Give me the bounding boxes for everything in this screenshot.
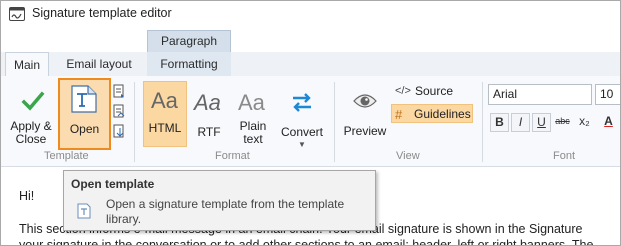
guidelines-button[interactable]: # Guidelines: [391, 104, 473, 123]
source-button[interactable]: </> Source: [393, 82, 454, 101]
font-family-value: Arial: [493, 87, 518, 101]
subscript-button[interactable]: x₂: [575, 113, 594, 132]
group-separator: [334, 82, 335, 162]
signature-template-editor-window: Signature template editor Paragraph Main…: [0, 0, 621, 246]
font-size-value: 10: [600, 87, 614, 101]
tooltip-title: Open template: [71, 177, 155, 191]
tooltip-description: Open a signature template from the templ…: [106, 197, 345, 226]
open-template-tooltip: Open template Open a signature template …: [63, 170, 376, 231]
rtf-label: RTF: [197, 125, 221, 139]
editor-line: Hi!: [19, 189, 35, 203]
open-label: Open: [69, 122, 100, 136]
svg-text:Aa: Aa: [192, 90, 221, 115]
open-template-button[interactable]: Open: [58, 78, 111, 150]
ribbon-panel: Apply & Close Open Template Aa HTML Aa R…: [1, 76, 620, 167]
svg-text:Aa: Aa: [238, 90, 266, 115]
contextual-tab-header-paragraph: Paragraph: [147, 30, 231, 52]
group-separator: [134, 82, 135, 162]
group-label-template: Template: [44, 150, 89, 162]
plain-text-label: Plain text: [239, 119, 267, 146]
group-separator: [482, 82, 483, 162]
bold-button[interactable]: B: [490, 113, 509, 132]
group-label-view: View: [396, 150, 420, 162]
apply-close-button[interactable]: Apply & Close: [7, 82, 55, 146]
open-template-icon: [71, 85, 97, 113]
convert-button[interactable]: Convert ▼: [278, 82, 326, 149]
grid-hash-icon: #: [395, 107, 403, 122]
tab-formatting[interactable]: Formatting: [147, 52, 231, 76]
group-label-font: Font: [553, 150, 576, 162]
svg-text:Aa: Aa: [151, 88, 179, 113]
plain-text-aa-icon: Aa: [238, 90, 266, 115]
window-title: Signature template editor: [32, 6, 172, 20]
group-label-format: Format: [215, 150, 250, 162]
editor-line: your signature in the conversation or to…: [19, 238, 594, 246]
eye-icon: [353, 94, 377, 108]
insert-template-icon[interactable]: [113, 84, 125, 98]
guidelines-label: Guidelines: [414, 107, 471, 121]
template-options-icon[interactable]: [113, 124, 125, 138]
html-format-button[interactable]: Aa HTML: [143, 81, 187, 147]
checkmark-icon: [21, 91, 45, 111]
source-code-icon: </>: [395, 85, 411, 97]
convert-arrows-icon: [293, 93, 311, 112]
italic-button[interactable]: I: [511, 113, 530, 132]
ribbon-tabstrip: Main Email layout Formatting: [1, 52, 620, 77]
tab-main[interactable]: Main: [5, 52, 49, 77]
rtf-aa-icon: Aa: [192, 90, 221, 115]
template-document-icon: [77, 203, 91, 219]
convert-dropdown-icon: ▼: [298, 140, 306, 149]
html-aa-icon: Aa: [151, 88, 179, 113]
source-label: Source: [415, 84, 454, 98]
font-size-select[interactable]: 10: [595, 84, 620, 105]
html-label: HTML: [148, 121, 182, 135]
font-color-button[interactable]: A: [599, 113, 618, 132]
save-template-icon[interactable]: [113, 104, 125, 118]
plain-text-format-button[interactable]: Aa Plain text: [232, 82, 274, 146]
strikethrough-button[interactable]: abc: [553, 113, 572, 132]
title-bar: Signature template editor: [1, 1, 620, 27]
rtf-format-button[interactable]: Aa RTF: [190, 82, 228, 146]
preview-button[interactable]: Preview: [340, 82, 390, 146]
preview-label: Preview: [343, 124, 387, 138]
underline-button[interactable]: U: [532, 113, 551, 132]
app-icon: [9, 7, 25, 21]
apply-close-label: Apply & Close: [10, 119, 52, 146]
font-family-select[interactable]: Arial: [488, 84, 592, 105]
tab-email-layout[interactable]: Email layout: [57, 52, 141, 76]
